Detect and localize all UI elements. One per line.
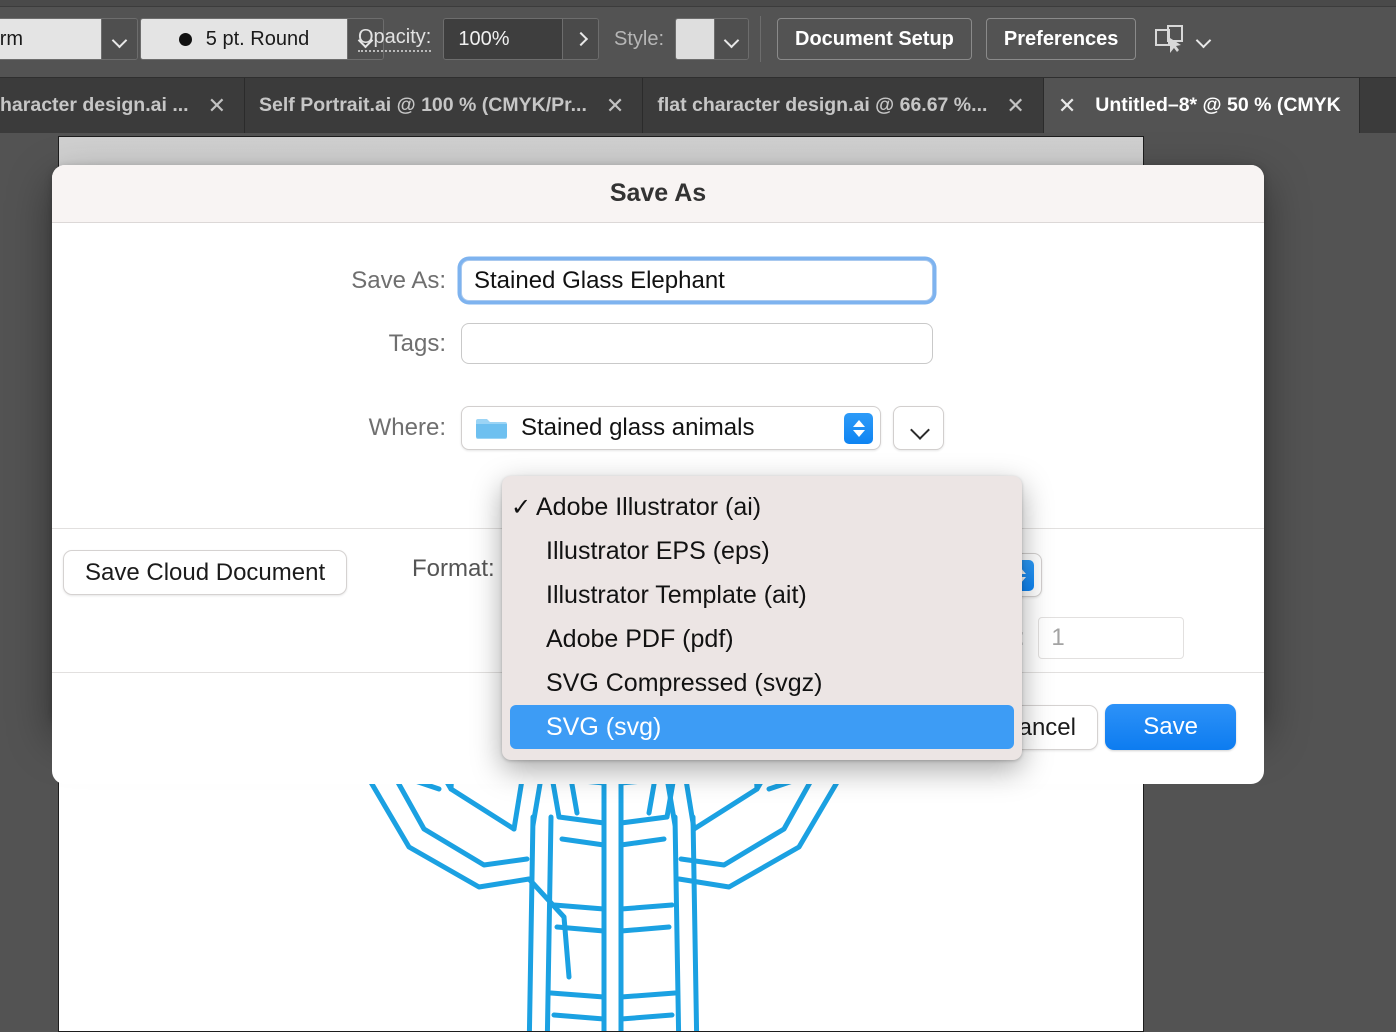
tags-input[interactable] (461, 323, 933, 364)
preferences-button[interactable]: Preferences (985, 18, 1137, 60)
tags-row: Tags: (52, 301, 1264, 364)
document-setup-button[interactable]: Document Setup (777, 18, 972, 60)
dialog-title: Save As (609, 179, 707, 207)
stepper-up-down-icon[interactable] (844, 412, 873, 444)
menu-item-label: Illustrator EPS (eps) (546, 536, 770, 565)
save-as-label: Save As: (351, 266, 446, 294)
brush-value-wrap: 5 pt. Round (141, 19, 347, 59)
stroke-profile-combo[interactable]: Uniform (0, 18, 138, 60)
document-tab-bar: haracter design.ai ... ✕ Self Portrait.a… (0, 78, 1396, 133)
save-as-input[interactable]: Stained Glass Elephant (461, 260, 933, 301)
tab-label: haracter design.ai ... (0, 94, 189, 116)
tab-label: Self Portrait.ai @ 100 % (CMYK/Pr... (259, 94, 587, 116)
where-row: Where: Stained glass animals (52, 364, 1264, 450)
brush-combo[interactable]: 5 pt. Round (140, 18, 384, 60)
stroke-profile-combo-group: Uniform (0, 14, 138, 64)
chevron-down-icon[interactable] (101, 19, 137, 59)
brush-combo-group: 5 pt. Round (140, 14, 384, 64)
menu-item-label: SVG Compressed (svgz) (546, 668, 823, 697)
tab-haracter-design[interactable]: haracter design.ai ... ✕ (0, 78, 246, 133)
illustrator-screen: Uniform 5 pt. Round Opacity: 100% Style: (0, 0, 1396, 1032)
arrange-documents-icon (1154, 24, 1188, 54)
menu-item-label: Illustrator Template (ait) (546, 580, 807, 609)
toolbar-buttons-group: Document Setup Preferences (760, 14, 1210, 64)
menu-item-illustrator-template-ait[interactable]: Illustrator Template (ait) (510, 573, 1014, 617)
opacity-group: Opacity: 100% (358, 14, 600, 64)
where-expand-button[interactable] (893, 406, 944, 450)
where-value: Stained glass animals (521, 414, 755, 441)
round-dot-icon (178, 32, 192, 46)
menu-item-adobe-pdf[interactable]: Adobe PDF (pdf) (510, 617, 1014, 661)
menu-item-svg[interactable]: SVG (svg) (510, 705, 1014, 749)
where-popup-button[interactable]: Stained glass animals (461, 406, 881, 450)
style-label: Style: (614, 27, 665, 50)
save-button[interactable]: Save (1105, 704, 1236, 750)
opacity-field-combo[interactable]: 100% (443, 18, 600, 60)
save-cloud-document-button[interactable]: Save Cloud Document (63, 550, 348, 595)
stroke-profile-value: Uniform (0, 19, 101, 59)
style-swatch[interactable] (676, 19, 715, 59)
toolbar-divider (760, 16, 761, 62)
opacity-value[interactable]: 100% (444, 19, 563, 59)
menu-item-illustrator-eps[interactable]: Illustrator EPS (eps) (510, 529, 1014, 573)
chevron-down-icon[interactable] (1197, 35, 1210, 43)
range-input[interactable]: 1 (1038, 617, 1185, 659)
format-dropdown-menu: ✓ Adobe Illustrator (ai) Illustrator EPS… (502, 476, 1022, 760)
chevron-down-icon (910, 423, 928, 434)
format-label: Format: (412, 555, 495, 582)
close-icon[interactable]: ✕ (1058, 94, 1076, 117)
close-icon[interactable]: ✕ (208, 94, 226, 117)
style-group: Style: (614, 14, 750, 64)
tab-flat-character-design[interactable]: flat character design.ai @ 66.67 %... ✕ (643, 78, 1044, 133)
chevron-right-icon[interactable] (562, 19, 599, 59)
tab-label: flat character design.ai @ 66.67 %... (657, 94, 988, 116)
menu-item-label: SVG (svg) (546, 712, 662, 741)
close-icon[interactable]: ✕ (1006, 94, 1024, 117)
control-bar: Uniform 5 pt. Round Opacity: 100% Style: (0, 0, 1396, 78)
menu-item-label: Adobe PDF (pdf) (546, 624, 734, 653)
tab-untitled-8[interactable]: ✕ Untitled–8* @ 50 % (CMYK (1043, 78, 1360, 133)
chevron-down-icon[interactable] (714, 19, 749, 59)
brush-value: 5 pt. Round (205, 27, 310, 50)
menu-item-label: Adobe Illustrator (ai) (536, 492, 762, 521)
save-cloud-document-button-wrap: Save Cloud Document (63, 550, 348, 595)
menu-item-svg-compressed-svgz[interactable]: SVG Compressed (svgz) (510, 661, 1014, 705)
tab-label: Untitled–8* @ 50 % (CMYK (1095, 94, 1341, 116)
folder-icon (475, 415, 508, 441)
opacity-label[interactable]: Opacity: (358, 26, 432, 52)
check-icon: ✓ (511, 493, 532, 521)
where-label: Where: (368, 414, 446, 441)
tab-self-portrait[interactable]: Self Portrait.ai @ 100 % (CMYK/Pr... ✕ (245, 78, 644, 133)
save-as-row: Save As: Stained Glass Elephant (52, 223, 1264, 301)
close-icon[interactable]: ✕ (606, 94, 624, 117)
dialog-titlebar: Save As (52, 165, 1264, 223)
style-combo[interactable] (675, 18, 750, 60)
menu-item-adobe-illustrator-ai[interactable]: ✓ Adobe Illustrator (ai) (510, 485, 1014, 529)
tags-label: Tags: (388, 329, 446, 357)
arrange-documents-button[interactable] (1154, 24, 1210, 54)
